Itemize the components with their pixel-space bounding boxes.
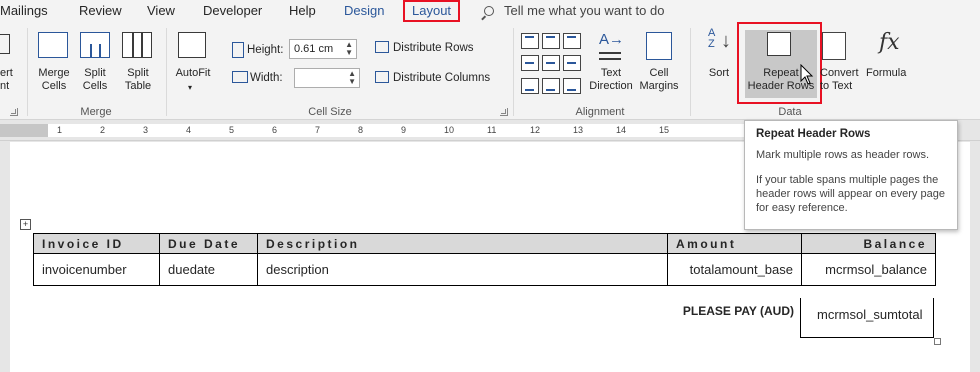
cell-margins-icon <box>646 32 672 60</box>
row-height-icon <box>232 42 244 58</box>
align-bottom-right-button[interactable] <box>563 78 581 94</box>
height-label: Height: <box>247 44 284 56</box>
separator <box>690 28 691 116</box>
repeat-header-rows-button[interactable]: Repeat Header Rows <box>737 22 822 104</box>
cell-amount[interactable]: totalamount_base <box>667 253 802 286</box>
align-top-center-button[interactable] <box>542 33 560 49</box>
tab-developer[interactable]: Developer <box>203 3 262 18</box>
cell-size-launcher[interactable] <box>500 108 508 116</box>
rows-columns-launcher[interactable] <box>10 108 18 116</box>
align-bottom-left-button[interactable] <box>521 78 539 94</box>
text-direction-icon: A→ <box>599 31 625 48</box>
align-top-left-button[interactable] <box>521 33 539 49</box>
table-header-row: Invoice ID Due Date Description Amount B… <box>33 233 936 254</box>
repeat-header-rows-icon <box>767 32 791 56</box>
chevron-down-icon: ▾ <box>188 83 193 92</box>
table-row: invoicenumber duedate description totala… <box>33 253 936 286</box>
header-amount[interactable]: Amount <box>667 233 802 254</box>
cell-size-group-label: Cell Size <box>308 106 352 118</box>
table-merge-icon <box>38 32 68 58</box>
cell-balance[interactable]: mcrmsol_balance <box>801 253 936 286</box>
distribute-columns-icon <box>375 71 389 83</box>
tab-mailings[interactable]: Mailings <box>0 3 48 18</box>
cursor-icon <box>800 64 814 85</box>
insert-partial-label[interactable]: ert nt <box>0 67 13 93</box>
tooltip-line-2: If your table spans multiple pages the h… <box>756 174 945 214</box>
invoice-table[interactable]: Invoice ID Due Date Description Amount B… <box>33 233 936 286</box>
convert-to-text-icon <box>822 32 846 60</box>
tab-review[interactable]: Review <box>79 3 122 18</box>
tab-layout[interactable]: Layout <box>403 0 461 22</box>
header-due-date[interactable]: Due Date <box>159 233 258 254</box>
header-balance[interactable]: Balance <box>801 233 936 254</box>
table-move-handle-icon[interactable]: + <box>20 219 31 230</box>
cell-description[interactable]: description <box>257 253 668 286</box>
align-center-left-button[interactable] <box>521 55 539 71</box>
please-pay-label: PLEASE PAY (AUD) <box>682 304 794 318</box>
formula-icon: fx <box>879 30 900 55</box>
data-group-label: Data <box>778 106 802 118</box>
search-icon <box>484 6 494 16</box>
spinner-arrows-icon[interactable]: ▲ ▼ <box>348 70 356 86</box>
width-label: Width: <box>250 72 283 84</box>
align-bottom-center-button[interactable] <box>542 78 560 94</box>
column-width-icon <box>232 71 248 83</box>
header-invoice-id[interactable]: Invoice ID <box>33 233 160 254</box>
align-top-right-button[interactable] <box>563 33 581 49</box>
spinner-arrows-icon[interactable]: ▲ ▼ <box>345 41 353 57</box>
table-resize-handle-icon[interactable] <box>934 338 941 345</box>
height-input[interactable]: 0.61 cm ▲ ▼ <box>289 39 357 59</box>
sum-total-cell[interactable]: mcrmsol_sumtotal <box>800 298 934 338</box>
repeat-header-rows-tooltip: Repeat Header Rows Mark multiple rows as… <box>744 120 958 230</box>
cell-invoice-number[interactable]: invoicenumber <box>33 253 160 286</box>
header-description[interactable]: Description <box>257 233 668 254</box>
distribute-rows-icon <box>375 41 389 53</box>
cell-due-date[interactable]: duedate <box>159 253 258 286</box>
table-split-icon <box>80 32 110 58</box>
alignment-group-label: Alignment <box>575 106 625 118</box>
tab-view[interactable]: View <box>147 3 175 18</box>
separator <box>513 28 514 116</box>
insert-icon <box>0 34 10 54</box>
tooltip-line-1: Mark multiple rows as header rows. <box>756 149 930 161</box>
width-input[interactable]: ▲ ▼ <box>294 68 360 88</box>
separator <box>166 28 167 116</box>
tab-design[interactable]: Design <box>344 3 384 18</box>
autofit-icon <box>178 32 206 58</box>
split-table-icon <box>122 32 152 58</box>
tab-help[interactable]: Help <box>289 3 316 18</box>
tell-me-search[interactable]: Tell me what you want to do <box>484 3 664 18</box>
align-center-right-button[interactable] <box>563 55 581 71</box>
sort-icon: AZ <box>708 27 716 50</box>
ribbon-tabs: Mailings Review View Developer Help Desi… <box>0 0 980 24</box>
merge-group-label: Merge <box>80 106 112 118</box>
tooltip-title: Repeat Header Rows <box>756 128 871 140</box>
tell-me-text: Tell me what you want to do <box>504 3 665 18</box>
align-center-button[interactable] <box>542 55 560 71</box>
separator <box>27 28 28 116</box>
